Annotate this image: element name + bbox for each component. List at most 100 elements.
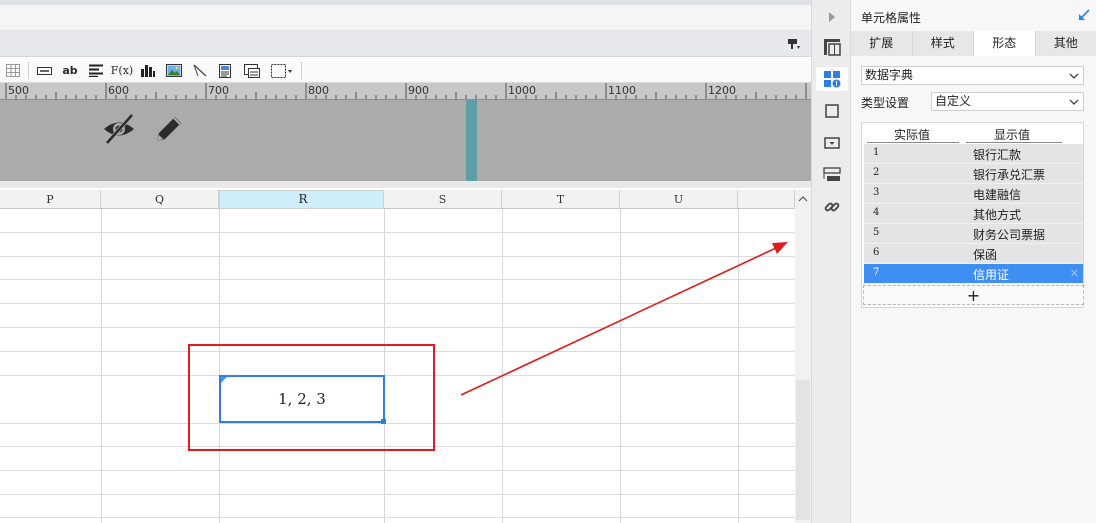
dictionary-row-selected[interactable]: 7 信用证 ✕ [864, 264, 1083, 284]
type-setting-label: 类型设置 [861, 96, 910, 110]
bar-chart-icon[interactable] [139, 61, 157, 80]
horizontal-ruler: 500 600 700 800 900 1000 1100 1200 [0, 83, 811, 100]
dictionary-row[interactable]: 5 财务公司票据 [864, 224, 1083, 244]
canvas-boundary-marker[interactable] [466, 100, 477, 181]
report-canvas[interactable] [0, 100, 811, 181]
eye-off-icon[interactable] [102, 112, 136, 149]
column-header-p[interactable]: P [0, 190, 101, 209]
column-header-r[interactable]: R [219, 190, 384, 209]
collapse-panel-icon[interactable] [1078, 9, 1090, 21]
sub-report-icon[interactable] [242, 61, 262, 80]
header-underline [966, 142, 1062, 143]
widget-list-icon[interactable] [820, 163, 844, 187]
scrollbar-thumb[interactable] [796, 380, 810, 520]
ruler-label: 600 [108, 84, 129, 97]
row-actual: 5 [873, 227, 880, 238]
dictionary-row[interactable]: 3 电建融信 [864, 184, 1083, 204]
ruler-label: 1100 [608, 84, 636, 97]
row-gridline [0, 494, 795, 495]
dictionary-row[interactable]: 1 银行汇款 [864, 144, 1083, 164]
row-display: 电建融信 [973, 188, 1022, 202]
dictionary-table: 实际值 显示值 1 银行汇款 2 银行承兑汇票 3 电建融信 4 其他方式 5 … [861, 122, 1084, 308]
header-display-value: 显示值 [994, 128, 1031, 142]
form-type-value: 数据字典 [865, 68, 914, 82]
row-display: 信用证 [973, 268, 1010, 282]
text-ab-icon[interactable]: ab [60, 61, 80, 80]
row-actual: 3 [873, 187, 880, 198]
column-header-u[interactable]: U [620, 190, 738, 209]
column-header-next[interactable] [738, 190, 795, 209]
toolbar-separator [301, 62, 302, 79]
tab-other[interactable]: 其他 [1036, 31, 1096, 56]
header-underline [867, 142, 959, 143]
row-actual: 2 [873, 167, 880, 178]
tab-style[interactable]: 样式 [913, 31, 974, 56]
tab-form[interactable]: 形态 [974, 31, 1036, 56]
toolbar-separator [28, 62, 29, 79]
ruler-label: 1000 [508, 84, 536, 97]
row-gridline [0, 279, 795, 280]
vertical-scrollbar[interactable] [795, 190, 811, 523]
formula-icon[interactable]: F(x) [111, 61, 133, 80]
row-display: 保函 [973, 248, 998, 262]
row-gridline [0, 517, 795, 518]
header-actual-value: 实际值 [894, 128, 931, 142]
chevron-down-icon[interactable] [1065, 93, 1083, 110]
chevron-down-icon[interactable] [1065, 67, 1083, 84]
align-icon[interactable] [87, 61, 105, 80]
row-actual: 1 [873, 147, 880, 158]
tab-expand[interactable]: 扩展 [851, 31, 913, 56]
add-row-button[interactable]: + [863, 285, 1084, 305]
app-window: ab F(x) 500 600 700 800 900 1000 1100 12… [0, 0, 1096, 523]
cell-properties-icon[interactable] [816, 67, 848, 91]
dictionary-row[interactable]: 4 其他方式 [864, 204, 1083, 224]
row-gridline [0, 303, 795, 304]
row-actual: 7 [873, 267, 880, 278]
ruler-label: 1200 [708, 84, 736, 97]
dictionary-header: 实际值 显示值 [862, 123, 1085, 143]
image-icon[interactable] [164, 61, 184, 80]
property-rail [811, 0, 851, 523]
panel-title: 单元格属性 [861, 11, 922, 25]
hyperlink-icon[interactable] [820, 195, 844, 219]
field-icon[interactable] [35, 61, 53, 80]
format-painter-icon[interactable] [787, 37, 801, 51]
ruler-label: 800 [308, 84, 329, 97]
border-icon[interactable] [269, 61, 295, 80]
row-gridline [0, 327, 795, 328]
column-header-t[interactable]: T [502, 190, 620, 209]
ruler-label: 500 [8, 84, 29, 97]
editor-tab-bar [0, 31, 811, 57]
row-display: 银行承兑汇票 [973, 168, 1046, 182]
row-gridline [0, 232, 795, 233]
dictionary-row[interactable]: 6 保函 [864, 244, 1083, 264]
cell-properties-panel: 单元格属性 扩展 样式 形态 其他 数据字典 类型设置 自定义 实际值 显示值 … [851, 0, 1096, 523]
arrow-right-icon[interactable] [820, 5, 844, 29]
header-band [0, 5, 811, 31]
pencil-icon[interactable] [152, 112, 186, 149]
panel-tabs: 扩展 样式 形态 其他 [851, 31, 1096, 56]
slash-icon[interactable] [191, 61, 209, 80]
row-display: 其他方式 [973, 208, 1022, 222]
grid-icon[interactable] [4, 61, 22, 80]
highlight-box [188, 344, 435, 451]
scroll-up-icon[interactable] [795, 190, 811, 208]
delete-row-icon[interactable]: ✕ [1070, 267, 1079, 280]
form-type-select[interactable]: 数据字典 [861, 66, 1084, 85]
row-display: 财务公司票据 [973, 228, 1046, 242]
column-header-q[interactable]: Q [101, 190, 219, 209]
document-icon[interactable] [216, 61, 234, 80]
row-actual: 4 [873, 207, 880, 218]
type-setting-select[interactable]: 自定义 [931, 92, 1084, 111]
insert-toolbar: ab F(x) [0, 58, 811, 83]
cell-element-icon[interactable] [820, 35, 844, 59]
row-display: 银行汇款 [973, 148, 1022, 162]
column-header-s[interactable]: S [384, 190, 502, 209]
row-gridline [0, 256, 795, 257]
dictionary-row[interactable]: 2 银行承兑汇票 [864, 164, 1083, 184]
widget-icon[interactable] [820, 131, 844, 155]
row-actual: 6 [873, 247, 880, 258]
ruler-label: 900 [408, 84, 429, 97]
condition-icon[interactable] [820, 99, 844, 123]
type-setting-value: 自定义 [935, 94, 972, 108]
